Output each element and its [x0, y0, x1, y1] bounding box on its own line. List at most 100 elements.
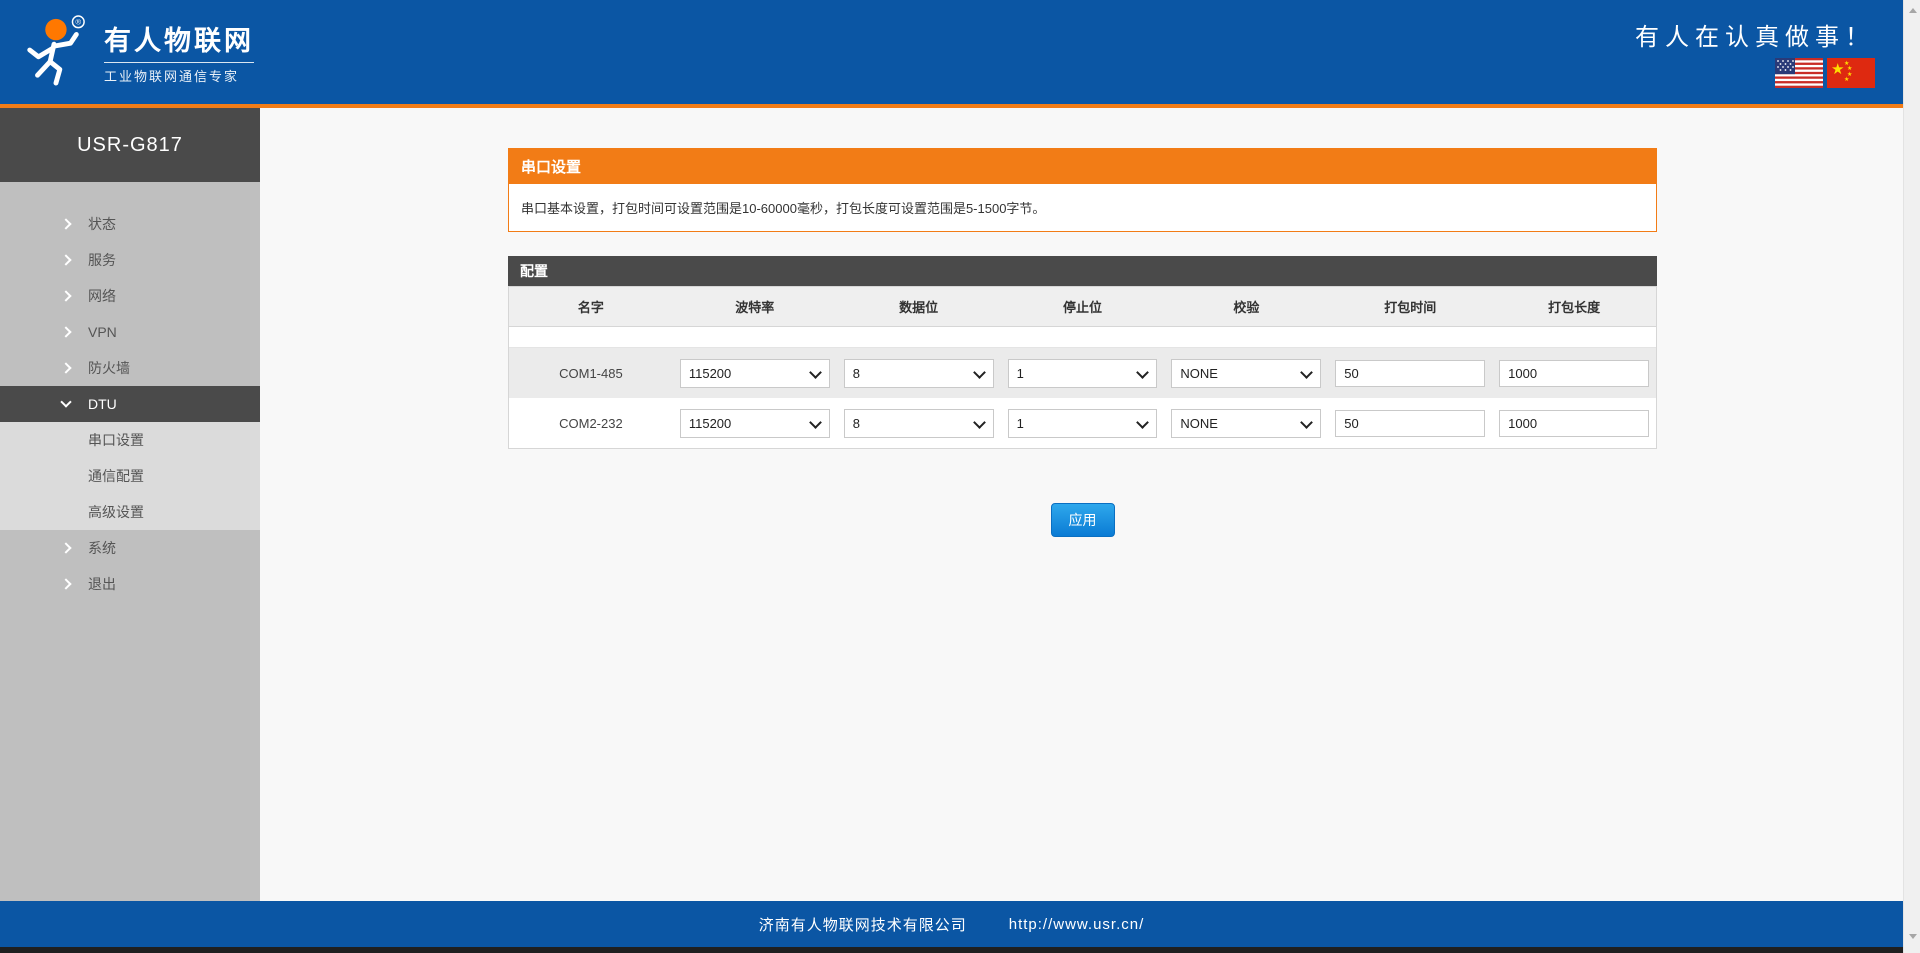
- databits-select-wrap: 8: [844, 409, 994, 438]
- sidebar-item-system[interactable]: 系统: [0, 530, 260, 566]
- baud-select-wrap: 115200: [680, 359, 830, 388]
- col-header-packtime: 打包时间: [1328, 297, 1492, 316]
- apply-button[interactable]: 应用: [1051, 503, 1115, 537]
- device-title: USR-G817: [0, 108, 260, 182]
- svg-text:★: ★: [1847, 65, 1852, 72]
- table-header-row: 名字 波特率 数据位 停止位 校验 打包时间 打包长度: [509, 287, 1656, 327]
- dtu-submenu: 串口设置 通信配置 高级设置: [0, 422, 260, 530]
- baud-select[interactable]: 115200: [680, 409, 830, 438]
- chevron-right-icon: [60, 326, 71, 337]
- sidebar-item-label: 服务: [88, 250, 116, 270]
- databits-select[interactable]: 8: [844, 409, 994, 438]
- sidebar-item-services[interactable]: 服务: [0, 242, 260, 278]
- scroll-down-button[interactable]: [1904, 928, 1920, 945]
- sidebar-item-logout[interactable]: 退出: [0, 566, 260, 602]
- usr-person-logo-icon: ®: [20, 13, 88, 92]
- sidebar-item-firewall[interactable]: 防火墙: [0, 350, 260, 386]
- main-content: 串口设置 串口基本设置，打包时间可设置范围是10-60000毫秒，打包长度可设置…: [260, 108, 1903, 901]
- brand-text: 有人物联网 工业物联网通信专家: [104, 19, 254, 85]
- col-header-packlength: 打包长度: [1492, 297, 1656, 316]
- baud-select[interactable]: 115200: [680, 359, 830, 388]
- config-section: 配置 名字 波特率 数据位 停止位 校验 打包时间 打包长度: [508, 256, 1657, 449]
- page: ® 有人物联网 工业物联网通信专家 有人在认真做事！: [0, 0, 1920, 953]
- sidebar-item-label: 系统: [88, 538, 116, 558]
- parity-select-wrap: NONE: [1171, 359, 1321, 388]
- col-header-baud: 波特率: [673, 297, 837, 316]
- sidebar-menu: 状态 服务 网络 VPN: [0, 182, 260, 602]
- stopbits-select-wrap: 1: [1008, 409, 1158, 438]
- footer-company: 济南有人物联网技术有限公司: [759, 914, 967, 935]
- us-flag-icon[interactable]: [1775, 58, 1823, 88]
- sidebar-item-label: 退出: [88, 574, 116, 594]
- packtime-input[interactable]: [1335, 410, 1485, 437]
- sidebar-item-label: 状态: [88, 214, 116, 234]
- cn-flag-icon[interactable]: ★ ★ ★ ★ ★: [1827, 58, 1875, 88]
- stopbits-select[interactable]: 1: [1008, 359, 1158, 388]
- panel-title: 串口设置: [509, 149, 1656, 184]
- sidebar-item-status[interactable]: 状态: [0, 206, 260, 242]
- language-flags: ★ ★ ★ ★ ★: [1775, 58, 1875, 88]
- brand: ® 有人物联网 工业物联网通信专家: [20, 13, 254, 92]
- serial-config-table: 名字 波特率 数据位 停止位 校验 打包时间 打包长度: [508, 286, 1657, 449]
- col-header-parity: 校验: [1164, 297, 1328, 316]
- col-header-name: 名字: [509, 297, 673, 316]
- sidebar-item-label: 防火墙: [88, 358, 130, 378]
- app-window: ® 有人物联网 工业物联网通信专家 有人在认真做事！: [0, 0, 1903, 953]
- vertical-scrollbar[interactable]: [1903, 0, 1920, 953]
- chevron-right-icon: [60, 218, 71, 229]
- chevron-right-icon: [60, 578, 71, 589]
- sidebar-item-vpn[interactable]: VPN: [0, 314, 260, 350]
- packlength-input[interactable]: [1499, 410, 1649, 437]
- sidebar-item-label: VPN: [88, 324, 117, 340]
- port-name: COM2-232: [509, 416, 673, 431]
- registered-mark: ®: [75, 17, 81, 26]
- serial-settings-panel: 串口设置 串口基本设置，打包时间可设置范围是10-60000毫秒，打包长度可设置…: [508, 148, 1657, 232]
- chevron-right-icon: [60, 362, 71, 373]
- header-motto: 有人在认真做事！: [1635, 17, 1875, 52]
- sidebar-subitem-label: 通信配置: [88, 466, 144, 486]
- sidebar-subitem-comm-config[interactable]: 通信配置: [0, 458, 260, 494]
- port-name: COM1-485: [509, 366, 673, 381]
- col-header-databits: 数据位: [837, 297, 1001, 316]
- footer-url-link[interactable]: http://www.usr.cn/: [1009, 916, 1145, 933]
- table-spacer-row: [509, 327, 1656, 348]
- sidebar-item-label: 网络: [88, 286, 116, 306]
- sidebar-item-label: DTU: [88, 396, 117, 412]
- parity-select[interactable]: NONE: [1171, 359, 1321, 388]
- config-section-title: 配置: [508, 256, 1657, 286]
- brand-name: 有人物联网: [104, 19, 254, 58]
- packlength-input[interactable]: [1499, 360, 1649, 387]
- scroll-down-icon: [1909, 934, 1917, 939]
- table-row-com2: COM2-232 115200 8 1 NONE: [509, 398, 1656, 448]
- baud-select-wrap: 115200: [680, 409, 830, 438]
- svg-text:★: ★: [1844, 76, 1849, 83]
- svg-text:★: ★: [1831, 61, 1844, 78]
- packtime-input[interactable]: [1335, 360, 1485, 387]
- chevron-right-icon: [60, 542, 71, 553]
- parity-select[interactable]: NONE: [1171, 409, 1321, 438]
- table-row-com1: COM1-485 115200 8 1 NONE: [509, 348, 1656, 398]
- databits-select-wrap: 8: [844, 359, 994, 388]
- middle-region: USR-G817 状态 服务 网络: [0, 108, 1903, 901]
- sidebar-subitem-label: 串口设置: [88, 430, 144, 450]
- brand-slogan: 工业物联网通信专家: [104, 62, 254, 85]
- sidebar-subitem-advanced-settings[interactable]: 高级设置: [0, 494, 260, 530]
- header-right: 有人在认真做事！: [1635, 17, 1875, 88]
- chevron-down-icon: [60, 396, 71, 407]
- parity-select-wrap: NONE: [1171, 409, 1321, 438]
- footer: 济南有人物联网技术有限公司 http://www.usr.cn/: [0, 901, 1903, 947]
- sidebar-subitem-serial-settings[interactable]: 串口设置: [0, 422, 260, 458]
- stopbits-select[interactable]: 1: [1008, 409, 1158, 438]
- stopbits-select-wrap: 1: [1008, 359, 1158, 388]
- sidebar: USR-G817 状态 服务 网络: [0, 108, 260, 901]
- window-bottom-edge: [0, 947, 1903, 953]
- scroll-up-button[interactable]: [1904, 2, 1920, 19]
- databits-select[interactable]: 8: [844, 359, 994, 388]
- sidebar-item-dtu[interactable]: DTU: [0, 386, 260, 422]
- top-header: ® 有人物联网 工业物联网通信专家 有人在认真做事！: [0, 0, 1903, 108]
- scroll-up-icon: [1909, 8, 1917, 13]
- sidebar-item-network[interactable]: 网络: [0, 278, 260, 314]
- sidebar-subitem-label: 高级设置: [88, 502, 144, 522]
- chevron-right-icon: [60, 254, 71, 265]
- col-header-stopbits: 停止位: [1001, 297, 1165, 316]
